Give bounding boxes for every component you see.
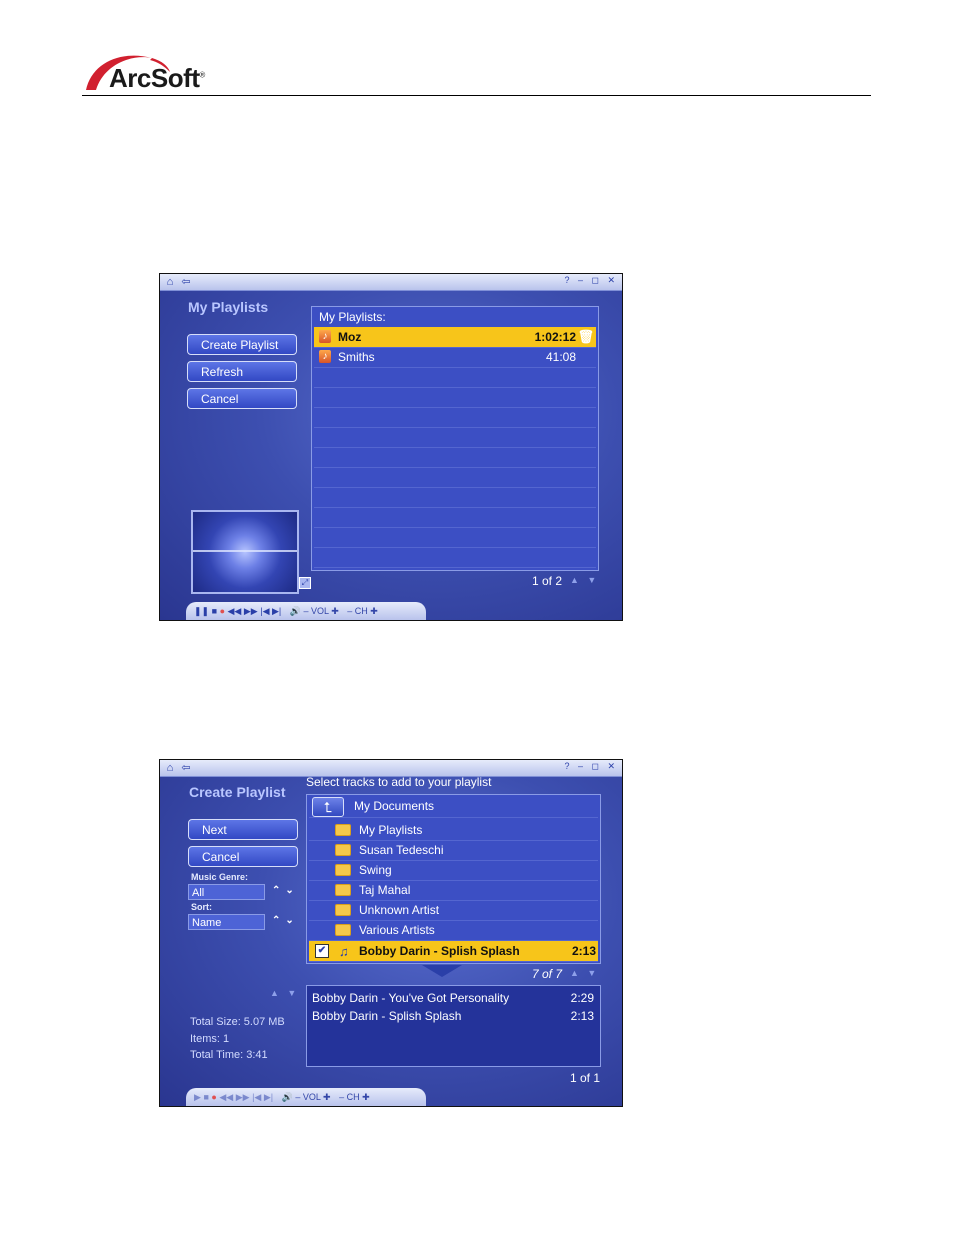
empty-row	[314, 447, 596, 468]
sort-label: Sort:	[191, 902, 212, 912]
playlist-stats: Total Size: 5.07 MB Items: 1 Total Time:…	[190, 1014, 285, 1064]
page-title: My Playlists	[188, 299, 269, 315]
header-divider	[82, 95, 871, 96]
playlist-order-arrows[interactable]: ▲ ▼	[270, 988, 299, 998]
playlist-icon: ♪	[319, 330, 331, 343]
empty-row	[314, 367, 596, 388]
empty-row	[314, 407, 596, 428]
channel-control[interactable]: – CH ✚	[347, 606, 378, 616]
back-icon[interactable]: ⇦	[180, 276, 192, 288]
cancel-button[interactable]: Cancel	[188, 846, 298, 867]
rewind-icon[interactable]: ◀◀	[219, 1092, 233, 1102]
total-size: Total Size: 5.07 MB	[190, 1016, 285, 1028]
empty-row	[314, 547, 596, 568]
add-arrow-icon	[422, 965, 462, 977]
genre-label: Music Genre:	[191, 872, 249, 882]
empty-row	[314, 427, 596, 448]
empty-row	[314, 487, 596, 508]
create-playlist-button[interactable]: Create Playlist	[187, 334, 297, 355]
play-icon[interactable]: ▶	[194, 1092, 201, 1102]
channel-control[interactable]: – CH ✚	[339, 1092, 370, 1102]
folder-icon	[335, 864, 351, 876]
next-icon[interactable]: ▶|	[264, 1092, 273, 1102]
cancel-button[interactable]: Cancel	[187, 388, 297, 409]
prev-icon[interactable]: |◀	[260, 606, 269, 616]
folder-icon	[335, 904, 351, 916]
pager-text: 1 of 2	[532, 574, 563, 588]
rewind-icon[interactable]: ◀◀	[228, 606, 242, 616]
up-folder-icon[interactable]: ⮤	[312, 797, 344, 817]
transport-bar[interactable]: ▶ ■ ● ◀◀ ▶▶ |◀ ▶| 🔊 – VOL ✚ – CH ✚	[186, 1088, 426, 1106]
home-icon[interactable]: ⌂	[164, 762, 176, 774]
window-controls[interactable]: ? ‒ ◻ ✕	[564, 275, 618, 286]
folder-icon	[335, 924, 351, 936]
instruction-text: Select tracks to add to your playlist	[306, 775, 492, 789]
folder-icon	[335, 824, 351, 836]
folder-row[interactable]: Taj Mahal	[309, 880, 598, 901]
arcsoft-logo-text: ArcSoft®	[109, 63, 205, 93]
panel-header: My Playlists:	[319, 310, 386, 324]
empty-row	[314, 507, 596, 528]
create-playlist-window: ⌂ ⇦ ? ‒ ◻ ✕ Select tracks to add to your…	[159, 759, 623, 1107]
browser-pager: 7 of 7	[532, 967, 563, 981]
total-time: Total Time: 3:41	[190, 1049, 268, 1061]
genre-select[interactable]: All	[188, 884, 265, 900]
current-folder-row: ⮤ My Documents	[309, 795, 598, 818]
next-icon[interactable]: ▶|	[272, 606, 281, 616]
sort-stepper[interactable]: ⌃⌄	[272, 915, 299, 926]
next-button[interactable]: Next	[188, 819, 298, 840]
checkbox-checked-icon[interactable]: ✔	[315, 944, 329, 958]
browser-panel: ⮤ My Documents My Playlists Susan Tedesc…	[306, 794, 601, 964]
trash-icon[interactable]: 🗑	[577, 329, 594, 345]
empty-row	[314, 387, 596, 408]
genre-stepper[interactable]: ⌃⌄	[272, 885, 299, 896]
back-icon[interactable]: ⇦	[180, 762, 192, 774]
playlist-icon: ♪	[319, 350, 331, 363]
page-arrows[interactable]: ▲ ▼	[570, 575, 599, 585]
playlist-row[interactable]: ♪ Smiths 41:08	[314, 347, 596, 368]
my-playlists-window: ⌂ ⇦ ? ‒ ◻ ✕ My Playlists Create Playlist…	[159, 273, 623, 621]
empty-row	[314, 527, 596, 548]
transport-bar[interactable]: ❚❚ ■ ● ◀◀ ▶▶ |◀ ▶| 🔊 – VOL ✚ – CH ✚	[186, 602, 426, 620]
playlist-track[interactable]: Bobby Darin - Splish Splash 2:13	[312, 1007, 594, 1025]
stop-icon[interactable]: ■	[212, 606, 217, 616]
sort-select[interactable]: Name	[188, 914, 265, 930]
items-count: Items: 1	[190, 1032, 230, 1045]
refresh-button[interactable]: Refresh	[187, 361, 297, 382]
forward-icon[interactable]: ▶▶	[244, 606, 258, 616]
playlist-pager: 1 of 1	[570, 1071, 601, 1085]
folder-icon	[335, 844, 351, 856]
playlist-row[interactable]: ♪ Moz 1:02:12 🗑	[314, 327, 596, 348]
folder-row[interactable]: My Playlists	[309, 820, 598, 841]
title-bar: ⌂ ⇦ ? ‒ ◻ ✕	[160, 274, 622, 291]
expand-icon[interactable]: ⤢	[299, 577, 311, 589]
folder-row[interactable]: Various Artists	[309, 920, 598, 941]
visualization-thumbnail	[191, 510, 299, 594]
folder-row[interactable]: Unknown Artist	[309, 900, 598, 921]
record-icon[interactable]: ●	[211, 1092, 216, 1102]
window-controls[interactable]: ? ‒ ◻ ✕	[564, 761, 618, 772]
music-note-icon: ♫	[339, 944, 349, 959]
pause-icon[interactable]: ❚❚	[194, 606, 209, 616]
volume-control[interactable]: 🔊 – VOL ✚	[282, 1092, 331, 1102]
folder-row[interactable]: Susan Tedeschi	[309, 840, 598, 861]
playlists-panel: My Playlists: ♪ Moz 1:02:12 🗑 ♪ Smiths 4…	[311, 306, 599, 571]
folder-row[interactable]: Swing	[309, 860, 598, 881]
stop-icon[interactable]: ■	[203, 1092, 208, 1102]
empty-row	[314, 467, 596, 488]
home-icon[interactable]: ⌂	[164, 276, 176, 288]
browser-page-arrows[interactable]: ▲ ▼	[570, 968, 599, 978]
track-row[interactable]: ✔ ♫ Bobby Darin - Splish Splash 2:13	[309, 941, 598, 962]
prev-icon[interactable]: |◀	[252, 1092, 261, 1102]
record-icon[interactable]: ●	[220, 606, 225, 616]
folder-icon	[335, 884, 351, 896]
volume-control[interactable]: 🔊 – VOL ✚	[290, 606, 339, 616]
playlist-track[interactable]: Bobby Darin - You've Got Personality 2:2…	[312, 989, 594, 1007]
forward-icon[interactable]: ▶▶	[236, 1092, 250, 1102]
playlist-tracks-panel: Bobby Darin - You've Got Personality 2:2…	[306, 985, 601, 1067]
page-title: Create Playlist	[189, 784, 286, 800]
